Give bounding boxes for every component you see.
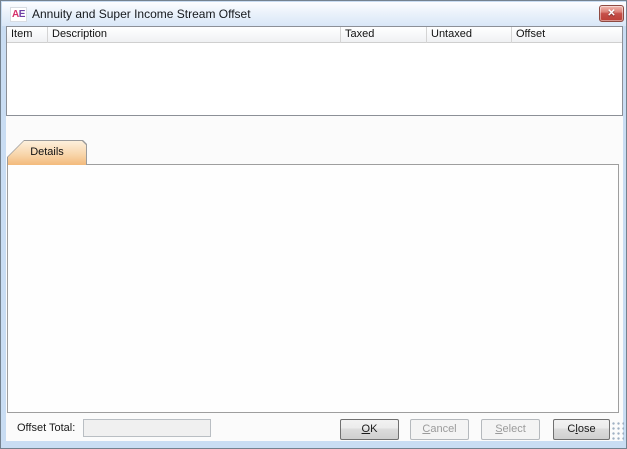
select-button: Select — [481, 419, 540, 440]
app-icon-letter-a: A — [12, 9, 19, 20]
grid-column-offset[interactable]: Offset — [511, 27, 621, 43]
close-icon[interactable]: ✕ — [599, 5, 624, 22]
offset-items-grid: Item Description Taxed Untaxed Offset — [6, 26, 623, 116]
app-icon-letter-e: E — [19, 9, 25, 20]
grid-column-untaxed[interactable]: Untaxed — [426, 27, 511, 43]
ok-button[interactable]: OK — [340, 419, 399, 440]
offset-total-input — [83, 419, 211, 437]
grid-body-empty[interactable] — [7, 44, 622, 115]
grid-header: Item Description Taxed Untaxed Offset — [7, 27, 622, 43]
tab-details-label: Details — [8, 141, 86, 165]
resize-grip[interactable] — [611, 421, 624, 440]
details-tab-page — [7, 164, 619, 413]
app-icon: AE — [10, 7, 27, 22]
grid-column-taxed[interactable]: Taxed — [340, 27, 426, 43]
window-title: Annuity and Super Income Stream Offset — [32, 7, 251, 21]
grid-column-description[interactable]: Description — [47, 27, 340, 43]
close-button[interactable]: Close — [553, 419, 610, 440]
title-bar[interactable]: AE Annuity and Super Income Stream Offse… — [2, 2, 626, 26]
dialog-window: AE Annuity and Super Income Stream Offse… — [0, 0, 627, 449]
grid-column-item[interactable]: Item — [7, 27, 47, 43]
offset-total-label: Offset Total: — [17, 422, 75, 434]
cancel-button: Cancel — [410, 419, 469, 440]
